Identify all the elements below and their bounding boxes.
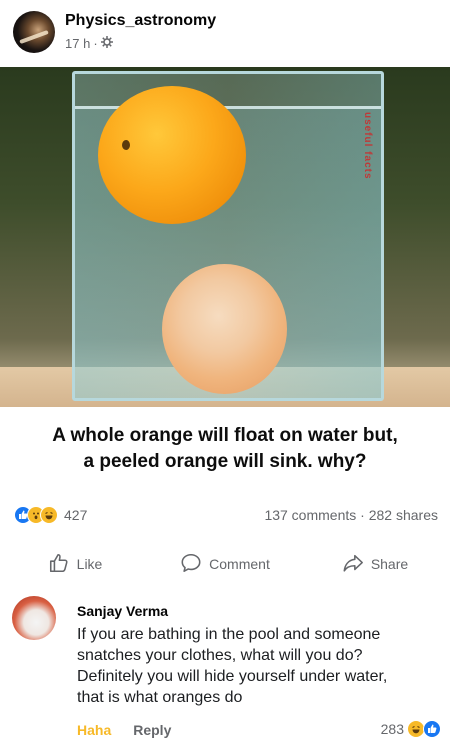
commenter-avatar[interactable] (12, 596, 56, 640)
like-reaction-icon (423, 720, 441, 738)
post-header: Physics_astronomy 17 h · (0, 0, 450, 66)
thumbs-up-icon (48, 552, 70, 577)
gear-icon (100, 36, 113, 51)
comment-haha-button[interactable]: Haha (77, 722, 111, 738)
commenter-name[interactable]: Sanjay Verma (77, 603, 168, 619)
glass-tank: useful facts (72, 71, 384, 401)
share-arrow-icon (342, 552, 364, 577)
caption-line-1: A whole orange will float on water but, (52, 425, 398, 446)
comment-line-1: If you are bathing in the pool and someo… (77, 626, 381, 643)
reaction-summary[interactable]: 427 (14, 506, 87, 524)
post-caption: A whole orange will float on water but, … (0, 423, 450, 475)
shares-count[interactable]: 282 shares (369, 507, 438, 523)
post-stats: 427 137 comments · 282 shares (14, 506, 438, 526)
comment-text: If you are bathing in the pool and someo… (77, 624, 427, 708)
peeled-orange (162, 264, 287, 394)
comment-button[interactable]: Comment (150, 545, 300, 583)
comment-line-4: that is what oranges do (77, 689, 243, 706)
reaction-count: 427 (64, 507, 88, 523)
comment-actions: Haha Reply (77, 722, 171, 738)
comment-reaction-count: 283 (380, 721, 404, 737)
comment-item: Sanjay Verma If you are bathing in the p… (0, 594, 450, 744)
comments-count[interactable]: 137 comments (264, 507, 356, 523)
post-actions: Like Comment Share (0, 545, 450, 583)
photo-watermark: useful facts (362, 112, 373, 180)
share-button[interactable]: Share (300, 545, 450, 583)
counts-separator: · (360, 507, 365, 523)
comment-bubble-icon (180, 552, 202, 577)
whole-orange (98, 86, 246, 224)
comment-label: Comment (209, 556, 270, 572)
page-avatar[interactable] (13, 11, 55, 53)
like-label: Like (76, 556, 103, 572)
post-photo[interactable]: useful facts (0, 67, 450, 407)
comment-reply-button[interactable]: Reply (133, 722, 171, 738)
post-meta: 17 h · (65, 36, 113, 51)
post-time[interactable]: 17 h (65, 36, 90, 51)
comment-reactions[interactable]: 283 (380, 720, 441, 738)
haha-reaction-icon (40, 506, 58, 524)
caption-line-2: a peeled orange will sink. why? (83, 451, 367, 472)
page-name[interactable]: Physics_astronomy (65, 12, 216, 30)
engagement-counts: 137 comments · 282 shares (264, 507, 438, 523)
share-label: Share (370, 556, 409, 572)
comment-line-2: snatches your clothes, what will you do? (77, 647, 363, 664)
like-button[interactable]: Like (0, 545, 150, 583)
comment-line-3: Definitely you will hide yourself under … (77, 668, 388, 685)
meta-separator: · (93, 36, 98, 51)
